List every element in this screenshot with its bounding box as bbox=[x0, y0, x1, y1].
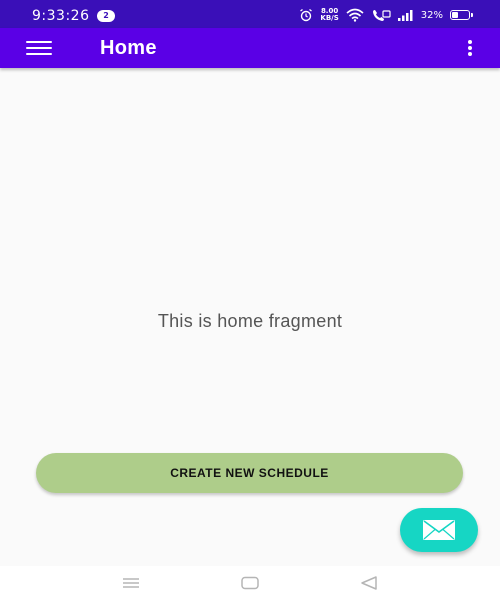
create-new-schedule-label: CREATE NEW SCHEDULE bbox=[170, 466, 329, 480]
home-icon[interactable] bbox=[238, 574, 262, 592]
battery-percent: 32% bbox=[420, 9, 443, 21]
system-nav-bar bbox=[0, 566, 500, 600]
signal-icon bbox=[397, 10, 413, 21]
notification-badge: 2 bbox=[97, 10, 115, 22]
volte-icon bbox=[372, 10, 391, 21]
wifi-icon bbox=[346, 8, 364, 22]
alarm-icon bbox=[300, 8, 313, 22]
create-new-schedule-button[interactable]: CREATE NEW SCHEDULE bbox=[36, 453, 463, 493]
network-speed-unit: KB/S bbox=[320, 14, 339, 22]
status-icons: 8.00 KB/S 32% bbox=[299, 7, 473, 23]
network-speed: 8.00 KB/S bbox=[320, 8, 338, 22]
more-vertical-icon[interactable] bbox=[462, 38, 478, 58]
battery-fill bbox=[452, 12, 458, 18]
fragment-message: This is home fragment bbox=[157, 311, 343, 331]
page-title: Home bbox=[100, 37, 157, 59]
hamburger-menu-icon[interactable] bbox=[24, 38, 54, 58]
status-time: 9:33:26 bbox=[32, 8, 90, 24]
battery-icon bbox=[450, 10, 473, 20]
back-icon[interactable] bbox=[357, 574, 381, 592]
status-bar: 9:33:26 2 8.00 KB/S 32% bbox=[0, 0, 500, 28]
app-bar: Home bbox=[0, 28, 500, 68]
recents-icon[interactable] bbox=[119, 574, 143, 592]
screen: 9:33:26 2 8.00 KB/S 32% Home This is hom… bbox=[0, 0, 500, 600]
fab-mail-button[interactable] bbox=[400, 508, 478, 552]
mail-icon bbox=[423, 520, 455, 540]
